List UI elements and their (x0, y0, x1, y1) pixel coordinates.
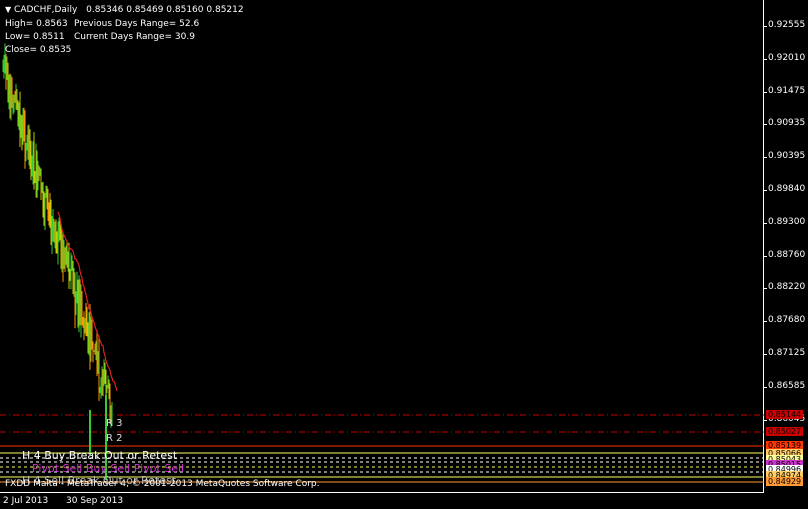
price-tick-mark (764, 157, 767, 159)
price-level-label: 0.85027 (766, 427, 804, 436)
price-tick-label: 0.92010 (768, 52, 806, 63)
price-tick-label: 0.86585 (768, 380, 806, 391)
time-label: 2 Jul 2013 (3, 496, 49, 506)
previous-days-range: Previous Days Range= 52.6 (74, 19, 200, 29)
price-tick-label: 0.87680 (768, 315, 806, 326)
low-value: Low= 0.8511 (5, 32, 65, 42)
price-tick-mark (764, 190, 767, 191)
dropdown-triangle-icon[interactable]: ▼ (5, 5, 11, 14)
price-tick-label: 0.89840 (768, 184, 806, 194)
symbol-header: ▼ CADCHF,Daily 0.85346 0.85469 0.85160 0… (5, 5, 244, 15)
price-tick-mark (764, 386, 767, 388)
metatrader-chart-window: ▼ CADCHF,Daily 0.85346 0.85469 0.85160 0… (0, 0, 808, 509)
price-tick-label: 0.91475 (768, 85, 806, 96)
price-tick-mark (764, 58, 767, 60)
price-tick-label: 0.88760 (768, 249, 806, 260)
price-tick-label: 0.90395 (768, 151, 806, 162)
price-tick-mark (764, 419, 767, 421)
symbol-title: CADCHF,Daily (14, 5, 78, 15)
time-label: 30 Sep 2013 (66, 496, 124, 506)
price-tick-label: 0.88220 (768, 282, 806, 293)
close-value: Close= 0.8535 (5, 45, 72, 55)
copyright-text: FXDD Malta - MetaTrader 4, © 2001-2013 M… (5, 479, 320, 489)
chart-plot-area[interactable]: ▼ CADCHF,Daily 0.85346 0.85469 0.85160 0… (0, 0, 764, 493)
moving-average-line (57, 211, 118, 392)
price-tick-mark (764, 354, 767, 355)
price-tick-label: 0.87125 (768, 348, 806, 358)
price-tick-mark (764, 288, 767, 290)
ohlc-values: 0.85346 0.85469 0.85160 0.85212 (86, 5, 244, 15)
current-days-range: Current Days Range= 30.9 (74, 32, 195, 42)
price-tick-mark (764, 222, 767, 224)
price-tick-label: 0.89300 (768, 216, 806, 227)
price-tick-mark (764, 26, 767, 27)
price-tick-mark (764, 124, 767, 126)
price-tick-mark (764, 321, 767, 323)
price-tick-label: 0.90935 (768, 118, 806, 129)
price-level-label: 0.84929 (766, 477, 804, 486)
r3-label: R 3 (106, 418, 123, 429)
high-value: High= 0.8563 (5, 19, 68, 29)
time-axis[interactable]: 2 Jul 2013 30 Sep 2013 (0, 493, 764, 509)
price-tick-label: 0.92555 (768, 20, 806, 30)
h4-buy-break-label: H 4 Buy Break Out or Retest (22, 449, 178, 462)
r2-label: R 2 (106, 433, 123, 444)
price-tick-mark (764, 255, 767, 257)
price-tick-mark (764, 91, 767, 93)
price-level-label: 0.85144 (766, 410, 804, 419)
